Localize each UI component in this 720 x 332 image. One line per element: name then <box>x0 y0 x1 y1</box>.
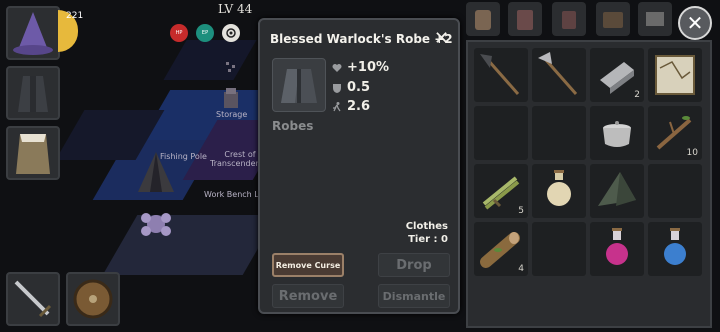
robe-icon <box>18 76 48 112</box>
item-qty: 5 <box>518 206 524 216</box>
inventory-slot[interactable] <box>590 106 644 160</box>
bag-icon <box>562 11 576 29</box>
item-qty: 4 <box>518 264 524 274</box>
tab-armor[interactable] <box>508 2 542 36</box>
tab-backpack[interactable] <box>466 2 500 36</box>
shield-icon <box>333 83 341 93</box>
stat-row-speed: 2.6 <box>332 99 370 114</box>
player-level: LV 44 <box>218 2 253 16</box>
flask-icon <box>547 170 571 206</box>
remove-curse-button[interactable]: Remove Curse <box>272 253 344 277</box>
inventory-slot[interactable]: 4 <box>474 222 528 276</box>
ep-label: EP <box>201 30 209 36</box>
crafting-icon <box>646 12 664 26</box>
chest-icon <box>603 12 623 28</box>
spider-creature-icon <box>141 213 171 236</box>
inventory-slot[interactable] <box>474 48 528 102</box>
stat-row-health: +10% <box>332 60 389 75</box>
item-type: Robes <box>272 119 314 133</box>
drop-button[interactable]: Drop <box>378 253 450 277</box>
inventory-grid: 2 10 5 4 <box>466 40 712 328</box>
close-inventory-button[interactable]: ✕ <box>678 6 712 40</box>
backpack-icon <box>475 10 491 30</box>
stat-value: 2.6 <box>347 99 371 114</box>
inventory-slot[interactable] <box>532 164 586 218</box>
storage-label: Storage <box>216 110 248 119</box>
hp-indicator[interactable]: HP <box>170 24 188 42</box>
swirl-icon <box>226 28 236 38</box>
hp-label: HP <box>175 30 183 36</box>
close-popup-button[interactable]: ✕ <box>434 28 449 49</box>
inventory-slot[interactable] <box>590 222 644 276</box>
stat-row-defense: 0.5 <box>332 80 370 95</box>
item-category: Clothes Tier : 0 <box>406 220 448 246</box>
item-detail-popup: Blessed Warlock's Robe +2 ✕ +10% 0.5 2.6… <box>258 18 460 314</box>
dismantle-button[interactable]: Dismantle <box>378 284 450 308</box>
inventory-slot[interactable] <box>532 106 586 160</box>
swirl-indicator[interactable] <box>222 24 240 42</box>
item-image <box>272 58 326 112</box>
stat-value: +10% <box>347 60 390 75</box>
cape-slot[interactable] <box>6 126 60 180</box>
inventory-slot[interactable] <box>648 222 702 276</box>
wizard-hat-icon <box>13 12 53 55</box>
hat-slot[interactable] <box>6 6 60 60</box>
axe-icon <box>538 52 578 95</box>
running-icon <box>333 101 341 111</box>
inventory-slot[interactable] <box>532 222 586 276</box>
fishing-pole-label: Fishing Pole <box>160 152 207 161</box>
floor-tile <box>102 215 278 275</box>
tier-label: Tier : 0 <box>408 234 448 245</box>
shovel-icon <box>480 54 520 95</box>
shield-slot[interactable] <box>66 272 120 326</box>
tab-crafting[interactable] <box>638 2 672 36</box>
remove-button[interactable]: Remove <box>272 284 344 308</box>
blue-potion-icon <box>664 228 686 265</box>
heart-icon <box>332 63 342 72</box>
stat-value: 0.5 <box>347 80 371 95</box>
map-icon <box>655 55 695 95</box>
red-potion-icon <box>606 228 628 265</box>
robe-icon <box>281 69 317 103</box>
inventory-slot[interactable]: 10 <box>648 106 702 160</box>
storage-icon <box>224 88 238 108</box>
floor-tile <box>163 40 257 80</box>
armor-icon <box>517 10 533 30</box>
tab-chest[interactable] <box>596 2 630 36</box>
item-qty: 2 <box>634 90 640 100</box>
cape-icon <box>16 134 50 174</box>
tab-bag[interactable] <box>552 2 586 36</box>
inventory-slot[interactable] <box>590 164 644 218</box>
inventory-slot[interactable] <box>474 106 528 160</box>
weapon-slot[interactable] <box>6 272 60 326</box>
category-label: Clothes <box>405 221 448 232</box>
inventory-slot[interactable]: 2 <box>590 48 644 102</box>
armor-slot[interactable] <box>6 66 60 120</box>
workbench-label: Work Bench Lv <box>204 190 264 199</box>
tent-icon <box>598 172 636 206</box>
inventory-slot[interactable] <box>532 48 586 102</box>
ep-indicator[interactable]: EP <box>196 24 214 42</box>
inventory-slot[interactable] <box>648 164 702 218</box>
item-title: Blessed Warlock's Robe +2 <box>270 32 453 46</box>
level-badge: 221 <box>66 11 84 21</box>
cooking-pot-icon <box>603 121 631 147</box>
sparkle-icon <box>226 62 235 72</box>
item-qty: 10 <box>686 148 698 158</box>
sword-icon <box>14 280 52 318</box>
inventory-slot[interactable]: 5 <box>474 164 528 218</box>
inventory-slot[interactable] <box>648 48 702 102</box>
round-shield-icon <box>73 279 113 319</box>
